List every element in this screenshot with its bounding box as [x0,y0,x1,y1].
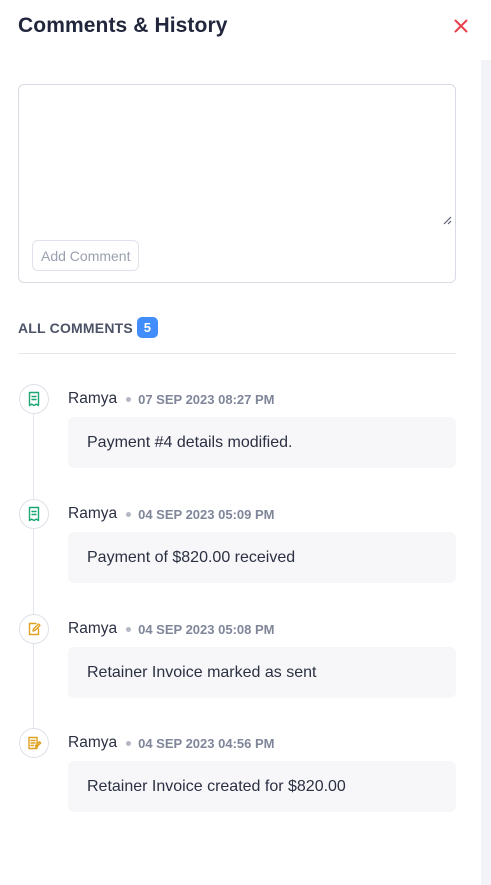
separator-dot [126,740,132,746]
entry-meta: Ramya 04 SEP 2023 05:08 PM [68,620,274,638]
entry-author: Ramya [68,620,118,637]
comment-form: Add Comment [18,84,456,283]
separator-dot [126,396,132,402]
divider [18,353,456,354]
entry-meta: Ramya 07 SEP 2023 08:27 PM [68,390,274,408]
entry-timestamp: 04 SEP 2023 05:08 PM [138,621,275,637]
comment-count-badge: 5 [136,317,158,338]
separator-dot [126,511,132,517]
entry-author: Ramya [68,390,118,407]
entry-meta: Ramya 04 SEP 2023 04:56 PM [68,734,274,752]
edit-document-icon [19,614,49,644]
entry-message: Retainer Invoice marked as sent [68,647,456,698]
history-entry: Ramya 04 SEP 2023 05:09 PM Payment of $8… [0,499,481,594]
entry-message: Payment of $820.00 received [68,532,456,583]
close-button[interactable] [449,14,473,38]
entry-meta: Ramya 04 SEP 2023 05:09 PM [68,505,274,523]
history-entry: Ramya 07 SEP 2023 08:27 PM Payment #4 de… [0,384,481,479]
add-comment-button[interactable]: Add Comment [32,240,140,271]
all-comments-title: ALL COMMENTS [18,319,133,336]
entry-author: Ramya [68,734,118,751]
all-comments-header: ALL COMMENTS 5 [18,317,158,338]
entry-message: Retainer Invoice created for $820.00 [68,761,456,812]
entry-timestamp: 07 SEP 2023 08:27 PM [138,391,275,407]
comment-form-footer: Add Comment [19,228,455,282]
receipt-icon [19,384,49,414]
entry-author: Ramya [68,505,118,522]
comments-history-panel: Comments & History Add Comment ALL COMME… [0,0,491,885]
entry-timestamp: 04 SEP 2023 05:09 PM [138,506,275,522]
scrollbar-track[interactable] [481,60,491,885]
history-entry: Ramya 04 SEP 2023 05:08 PM Retainer Invo… [0,614,481,709]
close-icon [454,19,468,33]
receipt-icon [19,499,49,529]
history-entry: Ramya 04 SEP 2023 04:56 PM Retainer Invo… [0,728,481,823]
panel-title: Comments & History [18,14,228,37]
entry-timestamp: 04 SEP 2023 04:56 PM [138,735,275,751]
comment-textarea[interactable] [19,85,455,228]
separator-dot [126,626,132,632]
resize-grip-icon[interactable] [442,215,452,225]
entry-message: Payment #4 details modified. [68,417,456,468]
document-lines-icon [19,728,49,758]
